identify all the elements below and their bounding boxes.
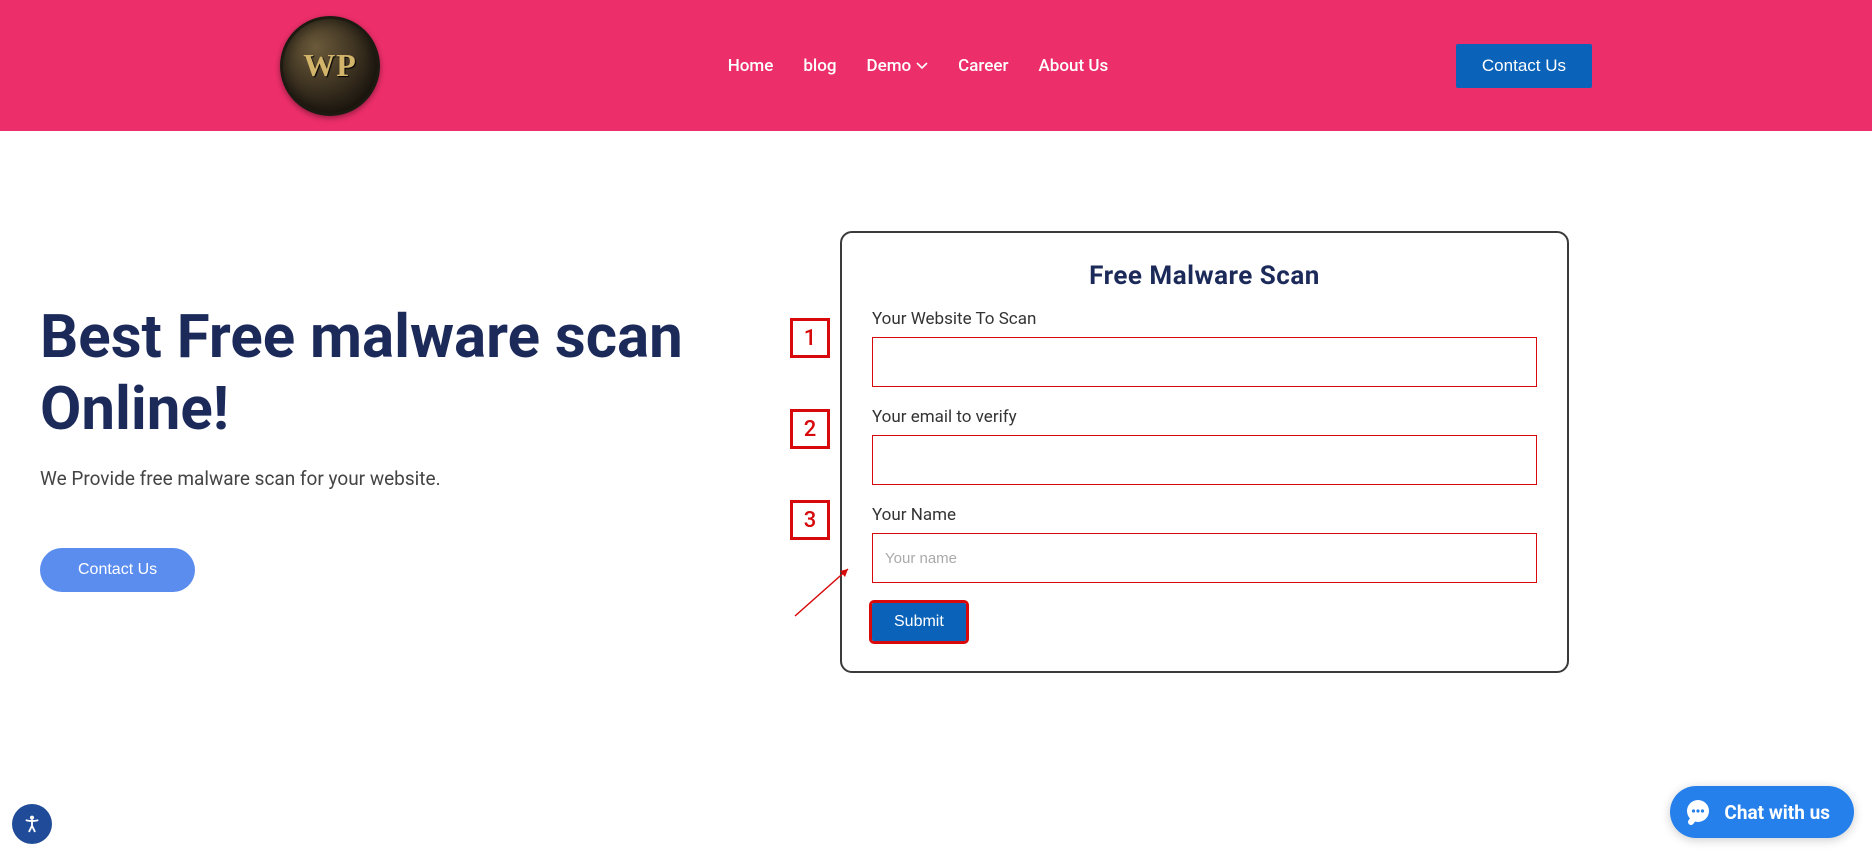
main-nav: Home blog Demo Career About Us: [728, 56, 1109, 76]
email-input[interactable]: [872, 435, 1537, 485]
submit-button[interactable]: Submit: [872, 603, 966, 641]
logo-text: WP: [303, 47, 357, 84]
step-marker-1: 1: [790, 318, 830, 358]
field-group-name: Your Name: [872, 505, 1537, 583]
name-input[interactable]: [872, 533, 1537, 583]
header-contact-button[interactable]: Contact Us: [1456, 44, 1592, 88]
hero-section: Best Free malware scan Online! We Provid…: [40, 231, 760, 592]
logo-badge: WP: [280, 16, 380, 116]
step-marker-3: 3: [790, 500, 830, 540]
accessibility-icon: [21, 813, 43, 835]
website-input[interactable]: [872, 337, 1537, 387]
nav-about[interactable]: About Us: [1039, 56, 1109, 76]
chat-icon: [1684, 798, 1712, 826]
chat-widget[interactable]: Chat with us: [1670, 786, 1854, 838]
header-bar: WP Home blog Demo Career About Us Contac…: [0, 0, 1872, 131]
step-marker-2: 2: [790, 409, 830, 449]
hero-subtitle: We Provide free malware scan for your we…: [40, 467, 760, 490]
nav-home[interactable]: Home: [728, 56, 774, 76]
chat-label: Chat with us: [1724, 801, 1830, 824]
nav-demo-label: Demo: [867, 56, 912, 76]
website-label: Your Website To Scan: [872, 309, 1537, 329]
name-label: Your Name: [872, 505, 1537, 525]
nav-career-label: Career: [958, 56, 1008, 76]
scan-form-card: Free Malware Scan Your Website To Scan Y…: [840, 231, 1569, 673]
hero-title: Best Free malware scan Online!: [40, 301, 760, 445]
form-title: Free Malware Scan: [872, 261, 1537, 291]
field-group-website: Your Website To Scan: [872, 309, 1537, 387]
chevron-down-icon: [916, 62, 928, 70]
logo[interactable]: WP: [280, 16, 380, 116]
field-group-email: Your email to verify: [872, 407, 1537, 485]
main-content: Best Free malware scan Online! We Provid…: [0, 131, 1872, 673]
accessibility-button[interactable]: [12, 804, 52, 844]
nav-home-label: Home: [728, 56, 774, 76]
form-area: 1 2 3 Free Malware Scan Your Website To …: [800, 231, 1832, 673]
email-label: Your email to verify: [872, 407, 1537, 427]
hero-contact-button[interactable]: Contact Us: [40, 548, 195, 592]
nav-blog[interactable]: blog: [803, 56, 836, 76]
nav-about-label: About Us: [1039, 56, 1109, 76]
nav-demo[interactable]: Demo: [867, 56, 929, 76]
nav-blog-label: blog: [803, 56, 836, 76]
nav-career[interactable]: Career: [958, 56, 1008, 76]
